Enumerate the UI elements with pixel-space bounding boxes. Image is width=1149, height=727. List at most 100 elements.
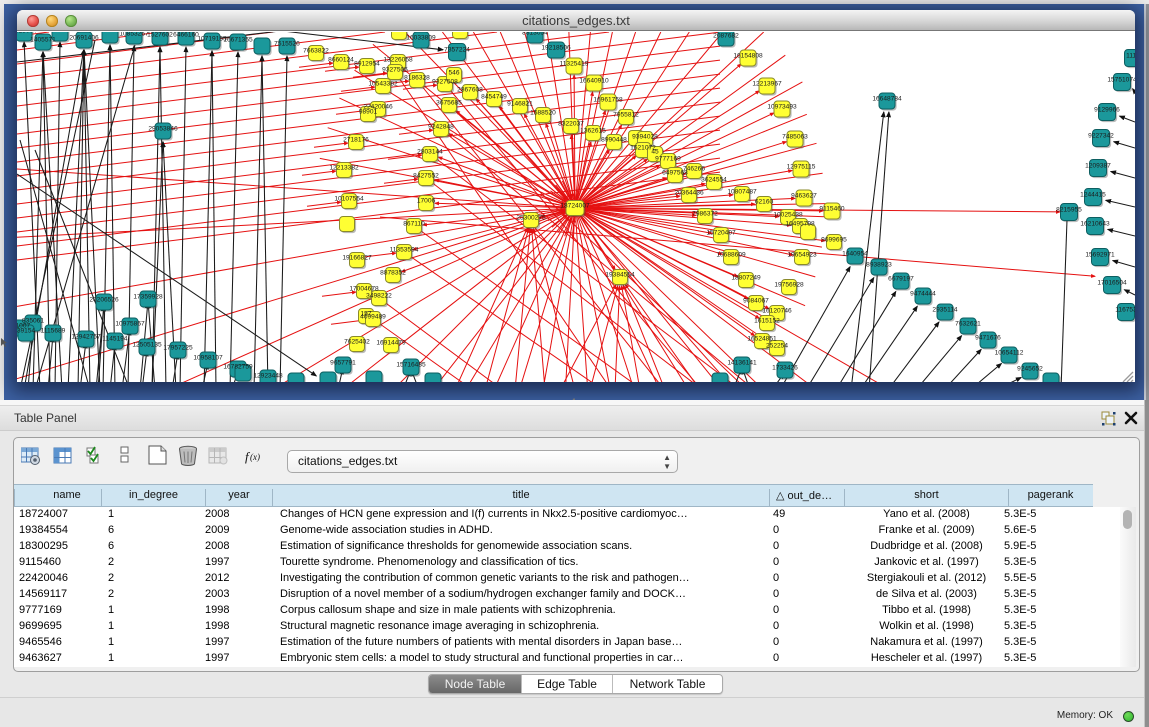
svg-text:14136141: 14136141 <box>727 360 757 367</box>
svg-text:98901: 98901 <box>359 109 378 116</box>
svg-text:7663822: 7663822 <box>303 48 329 55</box>
svg-text:8878352: 8878352 <box>380 270 406 277</box>
svg-text:18724007: 18724007 <box>560 203 590 210</box>
svg-text:12975115: 12975115 <box>787 164 816 171</box>
svg-text:2935114: 2935114 <box>932 307 958 314</box>
svg-text:8427552: 8427552 <box>413 173 439 180</box>
svg-text:8186328: 8186328 <box>404 75 430 82</box>
svg-text:6466160: 6466160 <box>173 32 199 39</box>
svg-text:7485063: 7485063 <box>782 134 808 141</box>
svg-text:8990448: 8990448 <box>601 137 627 144</box>
svg-text:17359928: 17359928 <box>133 294 163 301</box>
svg-text:9115460: 9115460 <box>819 206 845 213</box>
svg-text:10958107: 10958107 <box>193 355 223 362</box>
svg-text:9227342: 9227342 <box>1088 133 1114 140</box>
svg-text:19218506: 19218506 <box>541 45 571 52</box>
svg-text:20691406: 20691406 <box>69 35 99 42</box>
svg-text:7632621: 7632621 <box>955 321 981 328</box>
svg-text:9699695: 9699695 <box>821 237 847 244</box>
svg-text:10973493: 10973493 <box>767 104 797 111</box>
svg-text:9327508: 9327508 <box>432 79 458 86</box>
svg-text:6679197: 6679197 <box>888 276 914 283</box>
svg-text:12213967: 12213967 <box>752 81 782 88</box>
svg-text:1640954: 1640954 <box>842 251 868 258</box>
svg-text:12213382: 12213382 <box>329 165 359 172</box>
svg-text:10543382: 10543382 <box>368 81 398 88</box>
svg-text:1244415: 1244415 <box>1080 192 1106 199</box>
svg-text:10807487: 10807487 <box>727 189 757 196</box>
svg-text:9471676: 9471676 <box>975 335 1001 342</box>
svg-text:1209387: 1209387 <box>1085 163 1111 170</box>
svg-text:2803144: 2803144 <box>417 149 443 156</box>
svg-text:16671355: 16671355 <box>223 37 253 44</box>
svg-text:546: 546 <box>448 70 459 77</box>
svg-text:16961758: 16961758 <box>593 97 623 104</box>
svg-text:7357224: 7357224 <box>444 47 470 54</box>
svg-text:8322037: 8322037 <box>558 121 584 128</box>
svg-text:16782759: 16782759 <box>223 364 253 371</box>
svg-text:16524851: 16524851 <box>747 336 777 343</box>
svg-text:9245652: 9245652 <box>1017 366 1043 373</box>
svg-text:10654112: 10654112 <box>995 350 1024 357</box>
svg-text:19166827: 19166827 <box>342 255 372 262</box>
svg-text:17006: 17006 <box>417 198 436 205</box>
svg-text:19756928: 19756928 <box>774 282 804 289</box>
svg-text:1733426: 1733426 <box>772 365 798 372</box>
svg-text:16648784: 16648784 <box>872 96 902 103</box>
svg-text:2718176: 2718176 <box>343 137 369 144</box>
svg-text:1145194: 1145194 <box>102 336 128 343</box>
svg-text:12942757: 12942757 <box>71 334 101 341</box>
svg-text:1362615: 1362615 <box>580 128 606 135</box>
svg-text:45: 45 <box>651 149 659 156</box>
svg-text:10107554: 10107554 <box>334 196 364 203</box>
svg-text:17004678: 17004678 <box>349 286 379 293</box>
svg-text:7955812: 7955812 <box>613 112 639 119</box>
svg-text:19654923: 19654923 <box>787 252 817 259</box>
svg-text:8938923: 8938923 <box>866 262 892 269</box>
svg-text:1813074: 1813074 <box>17 32 37 35</box>
svg-text:10688609: 10688609 <box>716 252 746 259</box>
svg-text:11353594: 11353594 <box>390 247 419 254</box>
svg-text:9777169: 9777169 <box>655 156 681 163</box>
svg-text:4099489: 4099489 <box>360 314 386 321</box>
svg-text:8215955: 8215955 <box>1056 207 1082 214</box>
svg-text:252254: 252254 <box>766 343 788 350</box>
svg-text:8912954: 8912954 <box>354 61 380 68</box>
svg-text:15716485: 15716485 <box>396 362 426 369</box>
svg-text:12923448: 12923448 <box>253 373 283 380</box>
svg-text:62160: 62160 <box>755 199 774 206</box>
svg-text:16495798: 16495798 <box>785 221 815 228</box>
svg-text:1527602: 1527602 <box>147 32 173 39</box>
svg-text:1117: 1117 <box>1126 53 1135 60</box>
svg-text:16914479: 16914479 <box>376 340 406 347</box>
svg-text:9657791: 9657791 <box>330 360 356 367</box>
svg-text:8454749: 8454749 <box>481 94 507 101</box>
svg-text:17957225: 17957225 <box>163 345 193 352</box>
svg-text:9084067: 9084067 <box>743 298 769 305</box>
svg-text:9463627: 9463627 <box>791 193 817 200</box>
svg-text:25300275: 25300275 <box>516 215 546 222</box>
svg-text:1405571: 1405571 <box>30 37 56 44</box>
svg-text:3498222: 3498222 <box>366 293 392 300</box>
svg-text:3675685: 3675685 <box>436 100 462 107</box>
svg-text:7515526: 7515526 <box>274 41 300 48</box>
svg-text:9474444: 9474444 <box>910 291 936 298</box>
svg-text:20206526: 20206526 <box>89 297 119 304</box>
svg-text:8813054: 8813054 <box>522 32 548 37</box>
svg-text:16033809: 16033809 <box>406 35 436 42</box>
svg-text:18807249: 18807249 <box>731 275 761 282</box>
svg-text:15751074: 15751074 <box>1107 77 1135 84</box>
svg-text:(x): (x) <box>250 452 260 462</box>
svg-text:16210643: 16210643 <box>1080 221 1110 228</box>
svg-text:13226058: 13226058 <box>383 57 413 64</box>
svg-text:29053846: 29053846 <box>148 126 178 133</box>
svg-text:10025438: 10025438 <box>773 212 803 219</box>
svg-text:9129966: 9129966 <box>1094 107 1120 114</box>
svg-text:835061: 835061 <box>22 318 44 325</box>
svg-text:1115689: 1115689 <box>41 328 66 335</box>
svg-text:10853267: 10853267 <box>119 32 149 38</box>
svg-text:2867608: 2867608 <box>457 87 483 94</box>
svg-text:17016504: 17016504 <box>1097 280 1127 287</box>
svg-text:16120746: 16120746 <box>762 308 792 315</box>
svg-text:15692971: 15692971 <box>1085 252 1115 259</box>
